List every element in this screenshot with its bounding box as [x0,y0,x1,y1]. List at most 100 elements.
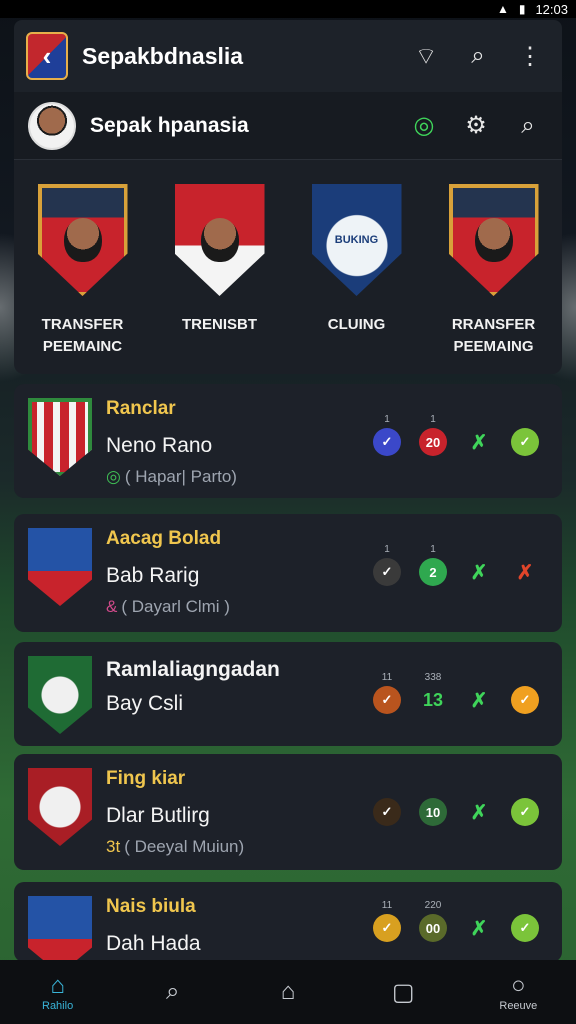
live-search-icon[interactable]: ◎ [404,106,444,146]
match-card[interactable]: Aacag Bolad Bab Rarig &( Dayarl Clmi ) 1… [14,514,562,632]
card-league: Ranclar [106,398,176,419]
stat-top-label: 1 [384,414,390,425]
nav-home[interactable]: ⌂ Rahilo [18,972,98,1012]
stat-column: 1 ✓ [364,544,410,586]
player-crest [37,184,128,296]
card-league: Nais biula [106,896,196,917]
stat-column: 11 ✓ [364,900,410,942]
stat-badge[interactable]: ✓ [373,686,401,714]
card-name: Dlar Butlirg [106,804,210,827]
match-card[interactable]: Fing kiar Dlar Butlirg 3t( Deeyal Muiun)… [14,754,562,870]
nav-square[interactable]: ▢ [363,978,443,1006]
card-name: Neno Rano [106,434,213,457]
stat-column: ✓ [502,900,548,942]
stat-column: ✗ [456,784,502,826]
match-card[interactable]: Ranclar Neno Rano ◎( Hapar| Parto) 1 ✓ 1 20… [14,384,562,498]
stat-badge[interactable]: ✗ [465,686,493,714]
stat-top-label: 338 [424,672,442,683]
signal-icon: ▲ [496,2,509,16]
stat-column: ✓ [364,784,410,826]
club-crest [28,656,92,734]
nav-search[interactable]: ⌕ [133,978,213,1006]
stat-top-label: 220 [424,900,442,911]
stat-badge[interactable]: ✓ [373,798,401,826]
nav-house[interactable]: ⌂ [248,978,328,1006]
search-icon: ⌕ [166,978,180,1005]
match-card[interactable]: Ramlaliagngadan Bay Csli 11 ✓ 338 13 ✗ ✓ [14,642,562,746]
featured-item[interactable]: RRANSFER PEEMAING [435,184,553,374]
card-sub: ◎( Hapar| Parto) [106,467,237,486]
stat-badge[interactable]: ✓ [373,558,401,586]
card-sub: 3t( Deeyal Muiun) [106,837,245,856]
stat-top-label: 1 [384,544,390,555]
stat-column: 12 [410,544,456,586]
stat-badge[interactable]: ✓ [511,428,539,456]
profile-icon: ○ [511,972,526,999]
stat-badge[interactable]: 20 [419,428,447,456]
stat-top-label: 1 [430,544,436,555]
card-sub: &( Dayarl Clmi ) [106,597,230,616]
house-outline-icon: ⌂ [280,978,296,1005]
stat-badge[interactable]: ✓ [511,914,539,942]
stat-top-label: 1 [430,414,436,425]
featured-label: CLUING [327,316,386,333]
bottom-navigation: ⌂ Rahilo ⌕ ⌂ ▢ ○ Reeuve [0,960,576,1024]
stat-badge[interactable]: ✗ [511,558,539,586]
stat-badge[interactable]: ✗ [465,428,493,456]
wifi-icon[interactable]: ⌔ [406,36,446,76]
profile-bar: Sepak hpanasia ◎ ⚙ ⌕ [14,92,562,160]
square-icon: ▢ [391,979,415,1006]
stat-badge[interactable]: ✗ [465,798,493,826]
stat-badge[interactable]: ✓ [511,798,539,826]
stat-column: ✗ [456,544,502,586]
stat-badge[interactable]: 2 [419,558,447,586]
stat-badge[interactable]: 10 [419,798,447,826]
stat-column: ✓ [502,672,548,714]
status-time: 12:03 [535,1,568,17]
stat-column: 220 00 [410,900,456,942]
featured-item[interactable]: BUKING CLUING [298,184,416,374]
nav-profile[interactable]: ○ Reeuve [478,972,558,1012]
featured-strip: TRANSFER PEEMAINC TRENISBT BUKING CLUING… [14,160,562,374]
player-crest [448,184,539,296]
search-icon[interactable]: ⌕ [458,36,498,76]
stat-column: ✗ [502,544,548,586]
stat-badge[interactable]: ✓ [373,428,401,456]
stat-badge[interactable]: ✗ [465,914,493,942]
stat-column: ✓ [502,784,548,826]
gear-icon[interactable]: ⚙ [456,106,496,146]
stat-column: ✗ [456,900,502,942]
card-league: Fing kiar [106,768,186,789]
card-stats: 11 ✓ 220 00 ✗ ✓ [364,900,548,942]
app-bar: ‹ Sepakbdnaslia ⌔ ⌕ ⋮ [14,20,562,92]
stat-column: 1 20 [410,414,456,456]
stat-column: 11 ✓ [364,672,410,714]
stat-badge[interactable]: 13 [419,686,447,714]
club-crest-text: BUKING [334,234,379,246]
club-crest [28,768,92,846]
stat-badge[interactable]: ✗ [465,558,493,586]
match-card[interactable]: Nais biula Dah Hada 11 ✓ 220 00 ✗ ✓ [14,882,562,974]
more-menu-icon[interactable]: ⋮ [510,36,550,76]
stat-badge[interactable]: ✓ [511,686,539,714]
club-crest: BUKING [311,184,402,296]
home-icon: ⌂ [50,972,65,999]
avatar[interactable] [28,101,76,150]
battery-icon: ▮ [518,2,526,16]
player-crest [28,528,92,606]
search-icon-secondary[interactable]: ⌕ [508,106,548,146]
player-crest [174,184,265,296]
stat-badge[interactable]: ✓ [373,914,401,942]
card-league: Aacag Bolad [106,528,222,549]
app-logo[interactable]: ‹ [26,32,68,80]
card-stats: 1 ✓ 1 20 ✗ ✓ [364,414,548,456]
stat-column: ✓ [502,414,548,456]
profile-title: Sepak hpanasia [90,113,249,137]
stat-column: 338 13 [410,672,456,714]
featured-item[interactable]: TRENISBT [161,184,279,374]
stat-badge[interactable]: 00 [419,914,447,942]
stat-top-label: 11 [381,672,393,683]
card-stats: 11 ✓ 338 13 ✗ ✓ [364,672,548,714]
featured-item[interactable]: TRANSFER PEEMAINC [24,184,142,374]
stat-column: ✗ [456,414,502,456]
